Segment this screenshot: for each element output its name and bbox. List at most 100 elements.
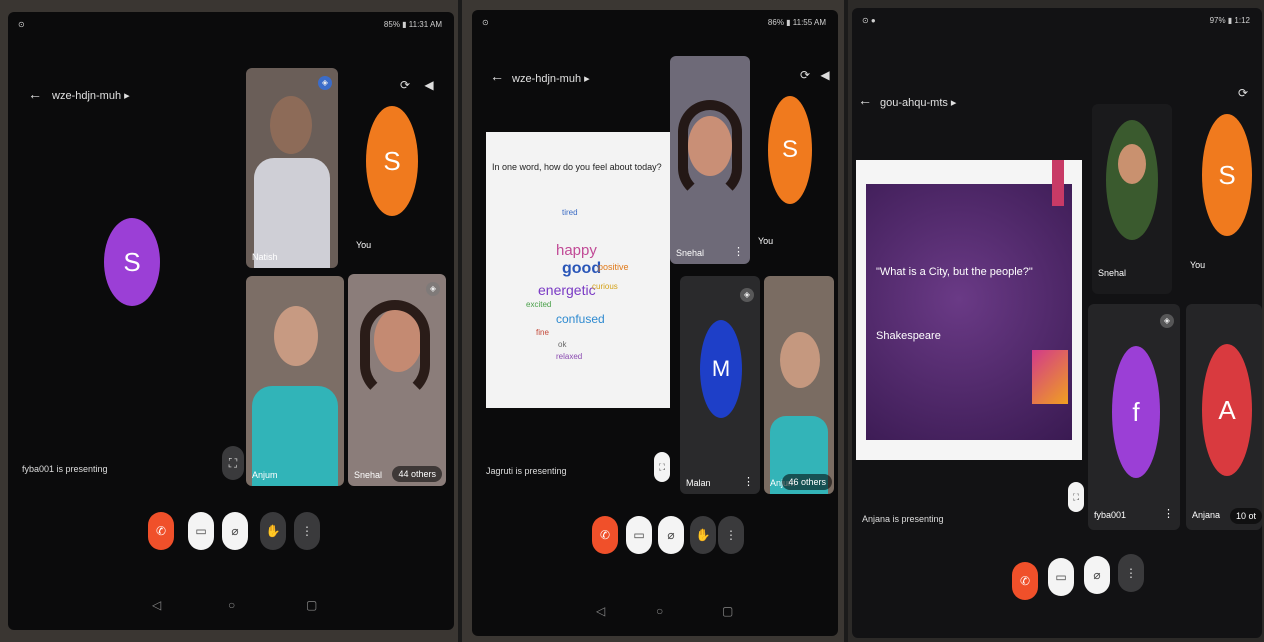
back-arrow-icon[interactable]: ←: [28, 86, 42, 102]
camera-off-icon: ▭: [1055, 570, 1067, 584]
presenter-avatar: S: [104, 218, 160, 306]
more-options-button[interactable]: ⋮: [294, 512, 320, 550]
participant-name: Natish: [252, 252, 278, 262]
participant-tile-2[interactable]: Anjum: [246, 276, 344, 486]
more-options-icon[interactable]: ⋮: [1163, 507, 1174, 520]
speaker-icon[interactable]: ◀: [818, 68, 832, 82]
self-avatar: S: [366, 106, 418, 216]
more-options-button[interactable]: ⋮: [718, 516, 744, 554]
pin-icon[interactable]: ◈: [318, 76, 332, 90]
more-options-icon: ⋮: [301, 524, 313, 538]
mic-off-icon: ⌀: [667, 528, 675, 542]
end-call-icon: ✆: [1019, 574, 1031, 588]
camera-switch-icon[interactable]: ⟳: [1236, 86, 1250, 100]
mic-toggle-button[interactable]: ⌀: [222, 512, 248, 550]
participant-name: Anjum: [252, 470, 278, 480]
more-options-icon[interactable]: ⋮: [743, 475, 754, 488]
participant-tile-2[interactable]: f ◈ fyba001 ⋮: [1088, 304, 1180, 530]
slide-logo: [1032, 350, 1068, 404]
mic-off-icon: ⌀: [231, 524, 239, 538]
participant-avatar: A: [1202, 344, 1252, 476]
word-cloud-word: excited: [526, 300, 552, 309]
pin-icon[interactable]: ◈: [740, 288, 754, 302]
camera-toggle-button[interactable]: ▭: [1048, 558, 1074, 596]
status-left: ⊙: [482, 18, 489, 27]
participant-video: [270, 96, 312, 154]
more-options-button[interactable]: ⋮: [1118, 554, 1144, 592]
end-call-icon: ✆: [599, 528, 611, 542]
presenting-label: fyba001 is presenting: [22, 464, 108, 474]
more-options-icon[interactable]: ⋮: [733, 245, 744, 258]
fullscreen-icon[interactable]: ⛶: [1068, 482, 1084, 512]
participant-name: Malan: [686, 478, 711, 488]
word-cloud-word: ok: [558, 340, 567, 349]
end-call-button[interactable]: ✆: [148, 512, 174, 550]
fullscreen-icon[interactable]: ⛶: [654, 452, 670, 482]
word-cloud-word: relaxed: [556, 352, 583, 361]
home-nav-icon[interactable]: ○: [228, 598, 235, 612]
recents-nav-icon[interactable]: ▢: [306, 598, 317, 612]
participant-tile-1[interactable]: Snehal ⋮: [670, 56, 750, 264]
word-cloud-word: curious: [592, 282, 618, 291]
pin-icon[interactable]: ◈: [1160, 314, 1174, 328]
presenting-label: Anjana is presenting: [862, 514, 944, 524]
recents-nav-icon[interactable]: ▢: [722, 604, 733, 618]
back-arrow-icon[interactable]: ←: [490, 68, 504, 84]
panel-3-photo: ⊙ ● 97% ▮ 1:12 ← gou-ahqu-mts ▸ "What is…: [848, 0, 1264, 642]
slide-author: Shakespeare: [876, 330, 941, 342]
participant-tile-1[interactable]: Snehal: [1092, 104, 1172, 294]
raise-hand-button[interactable]: ✋: [690, 516, 716, 554]
camera-off-icon: ▭: [633, 528, 645, 542]
participant-tile-3[interactable]: Anjum 46 others: [764, 276, 834, 494]
status-bar: ⊙ 85% ▮ 11:31 AM: [18, 18, 442, 34]
camera-off-icon: ▭: [195, 524, 207, 538]
self-label: You: [1190, 260, 1206, 270]
status-bar: ⊙ ● 97% ▮ 1:12: [862, 14, 1250, 30]
presented-slide: "What is a City, but the people?" Shakes…: [856, 160, 1082, 460]
camera-toggle-button[interactable]: ▭: [626, 516, 652, 554]
speaker-icon[interactable]: ◀: [422, 78, 436, 92]
back-nav-icon[interactable]: ◁: [596, 604, 605, 618]
word-cloud-word: energetic: [538, 282, 596, 298]
raise-hand-button[interactable]: ✋: [260, 512, 286, 550]
back-nav-icon[interactable]: ◁: [152, 598, 161, 612]
others-count[interactable]: 44 others: [392, 466, 442, 482]
tablet-screen-1: ⊙ 85% ▮ 11:31 AM ← wze-hdjn-muh ▸ S ◈ Na…: [8, 12, 454, 630]
participant-name: Anjana: [1192, 510, 1221, 520]
meeting-code[interactable]: wze-hdjn-muh ▸: [512, 72, 590, 85]
word-cloud-word: good: [562, 260, 602, 277]
tablet-screen-2: ⊙ 86% ▮ 11:55 AM ← wze-hdjn-muh ▸ In one…: [472, 10, 838, 636]
status-bar: ⊙ 86% ▮ 11:55 AM: [482, 16, 826, 32]
others-count[interactable]: 10 ot: [1229, 508, 1262, 524]
status-right: 86% ▮ 11:55 AM: [767, 18, 826, 27]
end-call-button[interactable]: ✆: [592, 516, 618, 554]
presented-slide: In one word, how do you feel about today…: [486, 132, 670, 408]
tablet-screen-3: ⊙ ● 97% ▮ 1:12 ← gou-ahqu-mts ▸ "What is…: [852, 8, 1262, 638]
status-left: ⊙ ●: [862, 16, 876, 25]
mic-toggle-button[interactable]: ⌀: [658, 516, 684, 554]
meeting-code[interactable]: gou-ahqu-mts ▸: [880, 96, 956, 109]
pin-icon[interactable]: ◈: [426, 282, 440, 296]
back-arrow-icon[interactable]: ←: [858, 92, 872, 108]
self-avatar: S: [1202, 114, 1252, 236]
raise-hand-icon: ✋: [695, 528, 711, 542]
end-call-button[interactable]: ✆: [1012, 562, 1038, 600]
fullscreen-icon[interactable]: ⛶: [222, 446, 244, 480]
home-nav-icon[interactable]: ○: [656, 604, 663, 618]
camera-toggle-button[interactable]: ▭: [188, 512, 214, 550]
camera-switch-icon[interactable]: ⟳: [798, 68, 812, 82]
participant-tile-1[interactable]: ◈ Natish: [246, 68, 338, 268]
participant-avatar: M: [700, 320, 742, 418]
participant-tile-3[interactable]: A Anjana 10 ot: [1186, 304, 1262, 530]
word-cloud-word: tired: [562, 208, 578, 217]
participant-name: Snehal: [354, 470, 383, 480]
mic-toggle-button[interactable]: ⌀: [1084, 556, 1110, 594]
raise-hand-icon: ✋: [265, 524, 281, 538]
slide-question: In one word, how do you feel about today…: [492, 162, 662, 172]
participant-tile-2[interactable]: M ◈ Malan ⋮: [680, 276, 760, 494]
others-count[interactable]: 46 others: [782, 474, 832, 490]
camera-switch-icon[interactable]: ⟳: [398, 78, 412, 92]
meeting-code[interactable]: wze-hdjn-muh ▸: [52, 89, 130, 102]
participant-hair: [360, 300, 430, 400]
participant-tile-3[interactable]: ◈ Snehal 44 others: [348, 274, 446, 486]
